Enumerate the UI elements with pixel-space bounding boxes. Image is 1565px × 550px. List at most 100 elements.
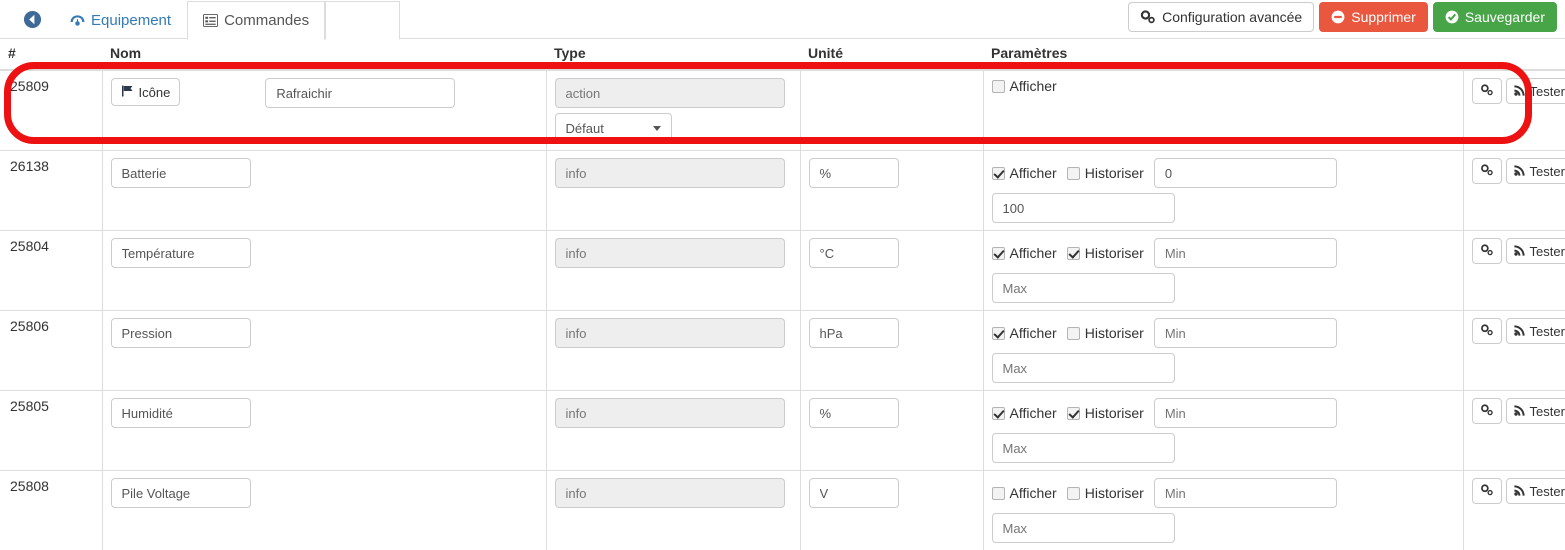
command-config-button[interactable]: [1472, 478, 1502, 504]
tester-button[interactable]: Tester: [1506, 158, 1565, 184]
tester-button[interactable]: Tester: [1506, 318, 1565, 344]
tab-bar: Equipement Commandes: [54, 0, 400, 39]
command-name-input[interactable]: [111, 238, 251, 268]
command-unit-input[interactable]: [809, 478, 899, 508]
tester-button[interactable]: Tester: [1506, 478, 1565, 504]
tester-label: Tester: [1530, 485, 1565, 498]
historiser-label: Historiser: [1085, 245, 1144, 261]
min-value-input[interactable]: [1154, 398, 1337, 428]
command-type-input: [555, 78, 785, 108]
rss-icon: [1514, 404, 1526, 418]
command-name-input[interactable]: [111, 478, 251, 508]
tester-label: Tester: [1530, 165, 1565, 178]
afficher-checkbox[interactable]: [992, 407, 1005, 420]
table-row: 25806 AfficherHistoriser Tester: [0, 311, 1565, 391]
command-config-button[interactable]: [1472, 318, 1502, 344]
arrow-circle-left-icon: [23, 10, 42, 29]
cogs-icon: [1480, 324, 1494, 338]
row-params-cell: Afficher Historiser: [983, 151, 1463, 231]
tab-commandes[interactable]: Commandes: [187, 1, 325, 40]
row-params-cell: AfficherHistoriser: [983, 311, 1463, 391]
historiser-checkbox[interactable]: [1067, 247, 1080, 260]
historiser-label: Historiser: [1085, 165, 1144, 181]
tab-equipement-label: Equipement: [91, 12, 171, 29]
icone-button[interactable]: Icône: [111, 78, 181, 106]
toolbar-actions: Configuration avancée Supprimer Sauvegar…: [1128, 2, 1557, 32]
command-type-input: [555, 398, 785, 428]
command-config-button[interactable]: [1472, 158, 1502, 184]
max-value-input[interactable]: [992, 193, 1175, 223]
command-unit-input[interactable]: [809, 238, 899, 268]
row-type-cell: [546, 471, 800, 550]
minus-circle-icon: [1331, 10, 1345, 24]
back-button[interactable]: [10, 0, 54, 38]
min-value-input[interactable]: [1154, 158, 1337, 188]
max-value-input[interactable]: [992, 353, 1175, 383]
cogs-icon: [1480, 84, 1494, 98]
row-type-cell: [546, 311, 800, 391]
max-value-input[interactable]: [992, 273, 1175, 303]
header-params: Paramètres: [983, 39, 1463, 70]
command-subtype-select[interactable]: Défaut: [555, 113, 672, 143]
command-unit-input[interactable]: [809, 158, 899, 188]
row-params-cell: AfficherHistoriser: [983, 471, 1463, 550]
command-config-button[interactable]: [1472, 78, 1502, 104]
cogs-icon: [1480, 244, 1494, 258]
afficher-checkbox[interactable]: [992, 487, 1005, 500]
row-id-cell: 25806: [0, 311, 102, 391]
row-type-cell: [546, 231, 800, 311]
row-name-cell: [102, 151, 546, 231]
command-name-input[interactable]: [111, 398, 251, 428]
afficher-checkbox[interactable]: [992, 167, 1005, 180]
list-alt-icon: [203, 14, 218, 27]
row-unit-cell: [800, 311, 983, 391]
afficher-checkbox[interactable]: [992, 80, 1005, 93]
command-config-button[interactable]: [1472, 238, 1502, 264]
max-value-input[interactable]: [992, 433, 1175, 463]
command-name-input[interactable]: [111, 318, 251, 348]
row-id: 25806: [10, 318, 49, 334]
historiser-label: Historiser: [1085, 405, 1144, 421]
cogs-icon: [1140, 10, 1156, 24]
row-actions-cell: Tester: [1463, 391, 1565, 471]
table-row: 25804AfficherHistoriserTester: [0, 231, 1565, 311]
afficher-label: Afficher: [1010, 165, 1057, 181]
table-row: 25808AfficherHistoriserTester: [0, 471, 1565, 550]
row-id-cell: 25804: [0, 231, 102, 311]
row-id-cell: 25809: [0, 70, 102, 151]
table-head: # Nom Type Unité Paramètres: [0, 39, 1565, 70]
icone-button-label: Icône: [139, 85, 171, 100]
tester-button[interactable]: Tester: [1506, 238, 1565, 264]
afficher-checkbox[interactable]: [992, 327, 1005, 340]
afficher-checkbox[interactable]: [992, 247, 1005, 260]
command-name-input[interactable]: [265, 78, 455, 108]
historiser-checkbox[interactable]: [1067, 487, 1080, 500]
historiser-checkbox[interactable]: [1067, 167, 1080, 180]
delete-equipment-button[interactable]: Supprimer: [1319, 2, 1428, 32]
min-value-input[interactable]: [1154, 478, 1337, 508]
max-value-input[interactable]: [992, 513, 1175, 543]
table-header-row: # Nom Type Unité Paramètres: [0, 39, 1565, 70]
tester-button[interactable]: Tester: [1506, 78, 1565, 104]
save-button[interactable]: Sauvegarder: [1433, 2, 1557, 32]
historiser-checkbox[interactable]: [1067, 327, 1080, 340]
row-type-cell: [546, 151, 800, 231]
command-name-input[interactable]: [111, 158, 251, 188]
row-unit-cell: [800, 391, 983, 471]
advanced-config-button[interactable]: Configuration avancée: [1128, 2, 1314, 32]
command-config-button[interactable]: [1472, 398, 1502, 424]
header-type: Type: [546, 39, 800, 70]
historiser-checkbox[interactable]: [1067, 407, 1080, 420]
min-value-input[interactable]: [1154, 238, 1337, 268]
rss-icon: [1514, 484, 1526, 498]
row-name-cell: [102, 471, 546, 550]
tab-spacer: [325, 1, 400, 40]
row-actions-cell: Tester: [1463, 70, 1565, 151]
tester-button[interactable]: Tester: [1506, 398, 1565, 424]
row-id: 25805: [10, 398, 49, 414]
tester-label: Tester: [1530, 245, 1565, 258]
tab-equipement[interactable]: Equipement: [54, 1, 187, 39]
command-unit-input[interactable]: [809, 398, 899, 428]
min-value-input[interactable]: [1154, 318, 1337, 348]
command-unit-input[interactable]: [809, 318, 899, 348]
